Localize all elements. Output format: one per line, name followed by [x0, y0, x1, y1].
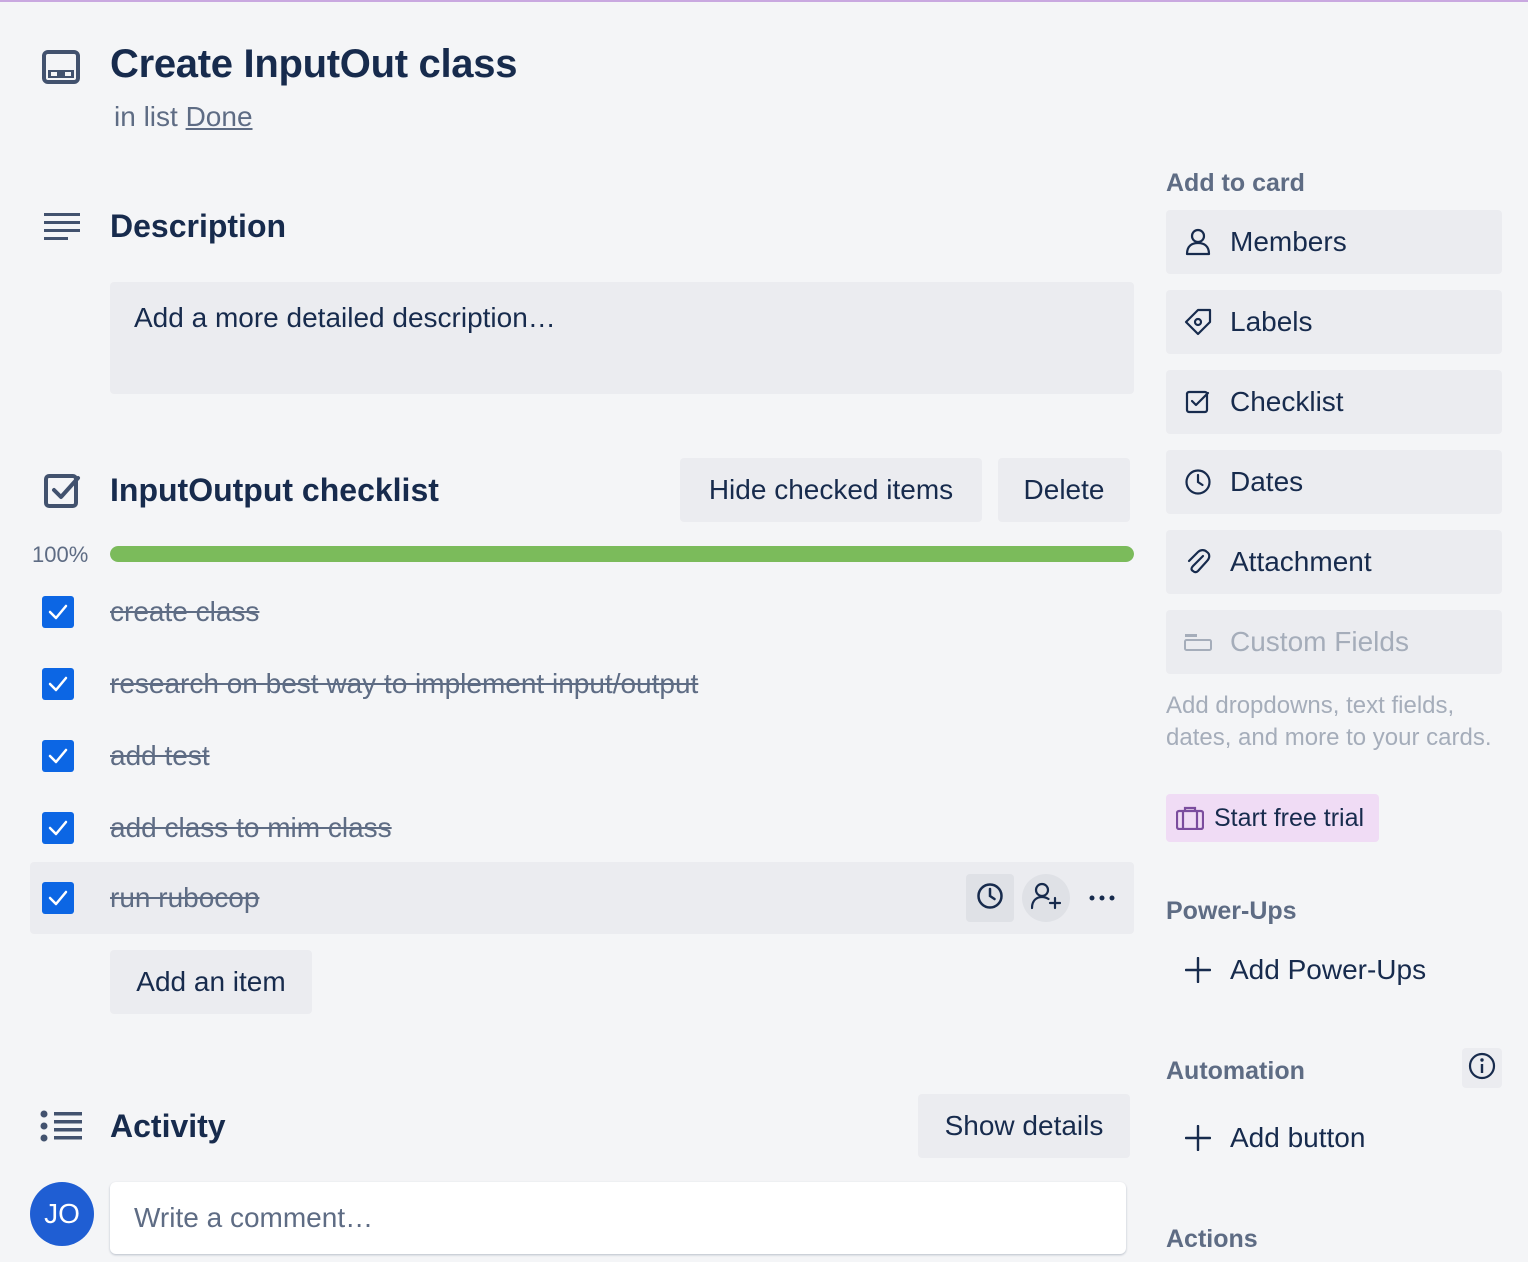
item-checkbox[interactable]: [42, 668, 74, 700]
checklist-item[interactable]: research on best way to implement input/…: [30, 648, 1134, 720]
checklist-item[interactable]: add class to mim class: [30, 792, 1134, 864]
paperclip-icon: [1182, 548, 1214, 576]
progress-percent: 100%: [32, 542, 89, 567]
automation-info-button[interactable]: [1462, 1048, 1502, 1088]
hide-checked-button[interactable]: Hide checked items: [680, 458, 982, 522]
item-checkbox[interactable]: [42, 596, 74, 628]
labels-button[interactable]: Labels: [1166, 290, 1502, 354]
description-placeholder: Add a more detailed description…: [134, 302, 556, 333]
item-checkbox[interactable]: [42, 882, 74, 914]
person-icon: [1182, 228, 1214, 256]
attachment-label: Attachment: [1230, 546, 1372, 577]
add-item-button[interactable]: Add an item: [110, 950, 312, 1014]
item-more-button[interactable]: [1078, 874, 1126, 922]
labels-label: Labels: [1230, 306, 1313, 337]
briefcase-icon: [1176, 806, 1204, 830]
actions-heading: Actions: [1166, 1225, 1258, 1253]
checklist-button[interactable]: Checklist: [1166, 370, 1502, 434]
custom-fields-description: Add dropdowns, text fields, dates, and m…: [1166, 692, 1492, 751]
checklist-title[interactable]: InputOutput checklist: [110, 472, 439, 509]
top-border: [0, 0, 1528, 2]
progress-fill: [110, 546, 1134, 562]
item-text[interactable]: research on best way to implement input/…: [110, 668, 698, 700]
ellipsis-icon: [1088, 889, 1116, 907]
add-powerups-button[interactable]: Add Power-Ups: [1166, 938, 1502, 1002]
plus-icon: [1182, 957, 1214, 983]
tag-icon: [1182, 308, 1214, 336]
delete-checklist-button[interactable]: Delete: [998, 458, 1130, 522]
assign-member-button[interactable]: [1022, 874, 1070, 922]
item-text[interactable]: run rubocop: [110, 882, 259, 914]
automation-heading: Automation: [1166, 1057, 1305, 1085]
checklist-item[interactable]: add test: [30, 720, 1134, 792]
add-person-icon: [1030, 882, 1062, 915]
description-icon: [44, 212, 80, 242]
checklist-icon: [44, 472, 82, 510]
item-text[interactable]: add test: [110, 740, 210, 772]
checklist-item[interactable]: create class: [30, 576, 1134, 648]
powerups-heading: Power-Ups: [1166, 897, 1297, 925]
comment-placeholder: Write a comment…: [134, 1202, 374, 1233]
add-button-button[interactable]: Add button: [1166, 1106, 1502, 1170]
progress-bar: [110, 546, 1134, 562]
dates-button[interactable]: Dates: [1166, 450, 1502, 514]
start-trial-button[interactable]: Start free trial: [1166, 794, 1379, 842]
description-editor[interactable]: Add a more detailed description…: [110, 282, 1134, 394]
add-powerups-label: Add Power-Ups: [1230, 954, 1427, 985]
list-link[interactable]: Done: [186, 101, 253, 132]
description-heading: Description: [110, 208, 287, 244]
start-trial-label: Start free trial: [1214, 803, 1365, 832]
plus-icon: [1182, 1125, 1214, 1151]
checklist-label: Checklist: [1230, 386, 1344, 417]
card-icon: [42, 50, 80, 84]
dates-label: Dates: [1230, 466, 1304, 497]
add-to-card-heading: Add to card: [1166, 169, 1305, 197]
add-button-label: Add button: [1230, 1122, 1366, 1153]
members-label: Members: [1230, 226, 1347, 257]
item-text[interactable]: add class to mim class: [110, 812, 392, 844]
show-details-button[interactable]: Show details: [918, 1094, 1130, 1158]
members-button[interactable]: Members: [1166, 210, 1502, 274]
custom-fields-label: Custom Fields: [1230, 626, 1409, 657]
activity-heading: Activity: [110, 1108, 226, 1144]
avatar[interactable]: JO: [30, 1182, 94, 1246]
item-text[interactable]: create class: [110, 596, 259, 628]
list-location: in list Done: [114, 101, 253, 133]
info-icon: [1468, 1052, 1496, 1085]
due-date-button[interactable]: [966, 874, 1014, 922]
custom-fields-button[interactable]: Custom Fields: [1166, 610, 1502, 674]
item-actions: [966, 874, 1126, 922]
comment-input[interactable]: Write a comment…: [110, 1182, 1126, 1254]
card-title[interactable]: Create InputOut class: [110, 42, 517, 87]
checklist-item[interactable]: run rubocop: [30, 862, 1134, 934]
item-checkbox[interactable]: [42, 740, 74, 772]
in-list-prefix: in list: [114, 101, 178, 132]
item-checkbox[interactable]: [42, 812, 74, 844]
attachment-button[interactable]: Attachment: [1166, 530, 1502, 594]
custom-fields-icon: [1182, 632, 1214, 652]
clock-icon: [1182, 468, 1214, 496]
checklist-icon: [1182, 389, 1214, 415]
clock-icon: [976, 882, 1004, 915]
activity-icon: [40, 1110, 82, 1142]
